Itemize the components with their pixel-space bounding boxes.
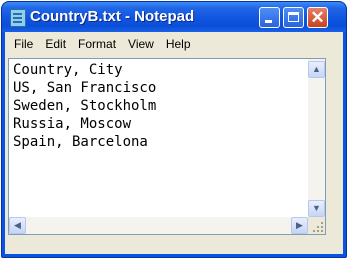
- text-line: US, San Francisco: [13, 80, 157, 96]
- vertical-scrollbar[interactable]: ▲ ▼: [307, 59, 325, 217]
- scroll-up-button[interactable]: ▲: [308, 61, 325, 78]
- chevron-right-icon: ▶: [296, 220, 303, 230]
- menu-edit[interactable]: Edit: [39, 32, 72, 56]
- chevron-down-icon: ▼: [312, 203, 321, 213]
- window-title: CountryB.txt - Notepad: [30, 8, 195, 25]
- scroll-left-button[interactable]: ◀: [9, 217, 26, 234]
- text-line: Spain, Barcelona: [13, 134, 148, 150]
- maximize-icon: [288, 12, 299, 22]
- horizontal-scrollbar[interactable]: ◀ ▶: [9, 216, 308, 234]
- scroll-right-button[interactable]: ▶: [291, 217, 308, 234]
- menu-file[interactable]: File: [8, 32, 39, 56]
- notepad-icon[interactable]: [10, 9, 26, 27]
- close-icon: ✕: [310, 8, 325, 27]
- chevron-up-icon: ▲: [312, 64, 321, 74]
- text-line: Sweden, Stockholm: [13, 98, 157, 114]
- text-editor[interactable]: Country, City US, San Francisco Sweden, …: [8, 58, 326, 235]
- editor-frame: Country, City US, San Francisco Sweden, …: [5, 56, 343, 254]
- menu-bar: File Edit Format View Help: [5, 32, 343, 56]
- scroll-down-button[interactable]: ▼: [308, 200, 325, 217]
- maximize-button[interactable]: [283, 7, 304, 28]
- resize-grip-icon[interactable]: [308, 217, 325, 234]
- notepad-window: CountryB.txt - Notepad ✕ File Edit Forma…: [1, 1, 347, 258]
- minimize-icon: [265, 20, 272, 23]
- text-line: Country, City: [13, 62, 123, 78]
- menu-format[interactable]: Format: [72, 32, 122, 56]
- title-bar[interactable]: CountryB.txt - Notepad ✕: [2, 2, 346, 32]
- minimize-button[interactable]: [259, 7, 280, 28]
- chevron-left-icon: ◀: [14, 220, 21, 230]
- text-line: Russia, Moscow: [13, 116, 132, 132]
- close-button[interactable]: ✕: [307, 7, 328, 28]
- menu-view[interactable]: View: [122, 32, 160, 56]
- menu-help[interactable]: Help: [160, 32, 197, 56]
